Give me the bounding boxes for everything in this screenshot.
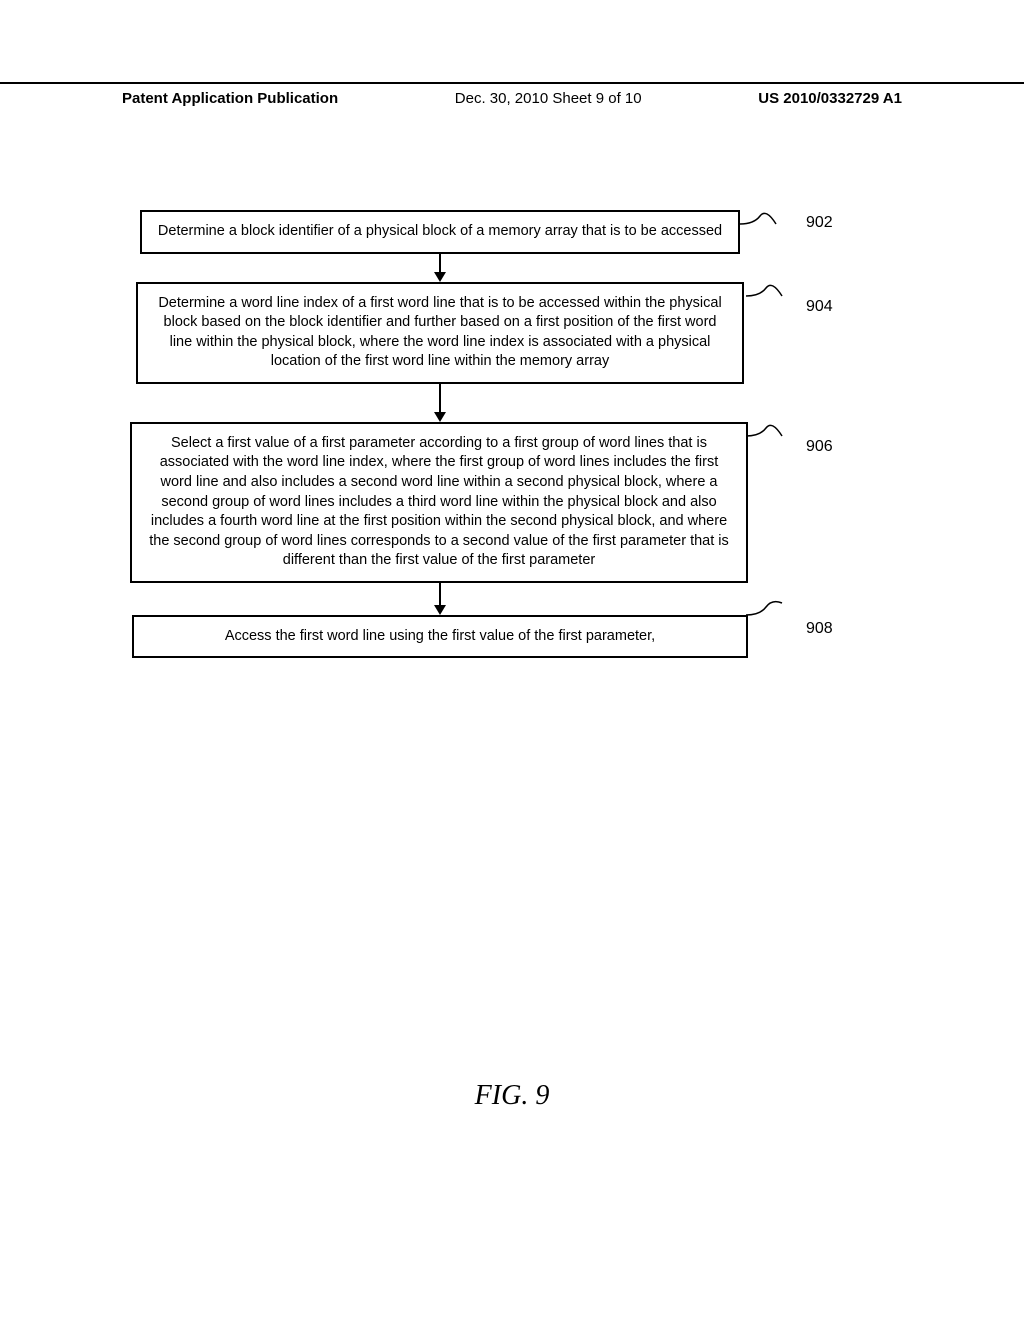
connector-line (439, 254, 441, 272)
connector-2-3 (140, 384, 740, 422)
page-header: Patent Application Publication Dec. 30, … (0, 82, 1024, 107)
header-publication: Patent Application Publication (122, 90, 338, 107)
connector-line (439, 583, 441, 605)
connector-line (439, 384, 441, 412)
flow-step-3: Select a first value of a first paramete… (130, 422, 748, 583)
label-connector-2 (746, 282, 796, 312)
flow-step-1: Determine a block identifier of a physic… (140, 210, 740, 254)
header-patent-number: US 2010/0332729 A1 (758, 90, 902, 107)
connector-1-2 (140, 254, 740, 282)
flow-step-2-label: 904 (806, 298, 833, 316)
flow-step-4-label: 908 (806, 620, 833, 638)
flow-step-3-text: Select a first value of a first paramete… (149, 435, 729, 568)
figure-label: FIG. 9 (0, 1080, 1024, 1112)
arrow-down-icon (434, 605, 446, 615)
flow-step-2: Determine a word line index of a first w… (136, 282, 744, 384)
arrow-down-icon (434, 412, 446, 422)
flow-step-4: Access the first word line using the fir… (132, 615, 748, 659)
arrow-down-icon (434, 272, 446, 282)
flow-step-1-text: Determine a block identifier of a physic… (158, 223, 722, 239)
flow-step-1-label: 902 (806, 214, 833, 232)
connector-3-4 (140, 583, 740, 615)
label-connector-1 (740, 210, 790, 240)
label-connector-4 (746, 593, 796, 623)
header-row: Patent Application Publication Dec. 30, … (0, 90, 1024, 107)
label-connector-3 (746, 422, 796, 452)
flow-step-4-text: Access the first word line using the fir… (225, 628, 655, 644)
flow-step-3-label: 906 (806, 438, 833, 456)
header-date-sheet: Dec. 30, 2010 Sheet 9 of 10 (455, 90, 642, 107)
flow-step-2-text: Determine a word line index of a first w… (158, 295, 721, 370)
flowchart: Determine a block identifier of a physic… (130, 210, 830, 658)
